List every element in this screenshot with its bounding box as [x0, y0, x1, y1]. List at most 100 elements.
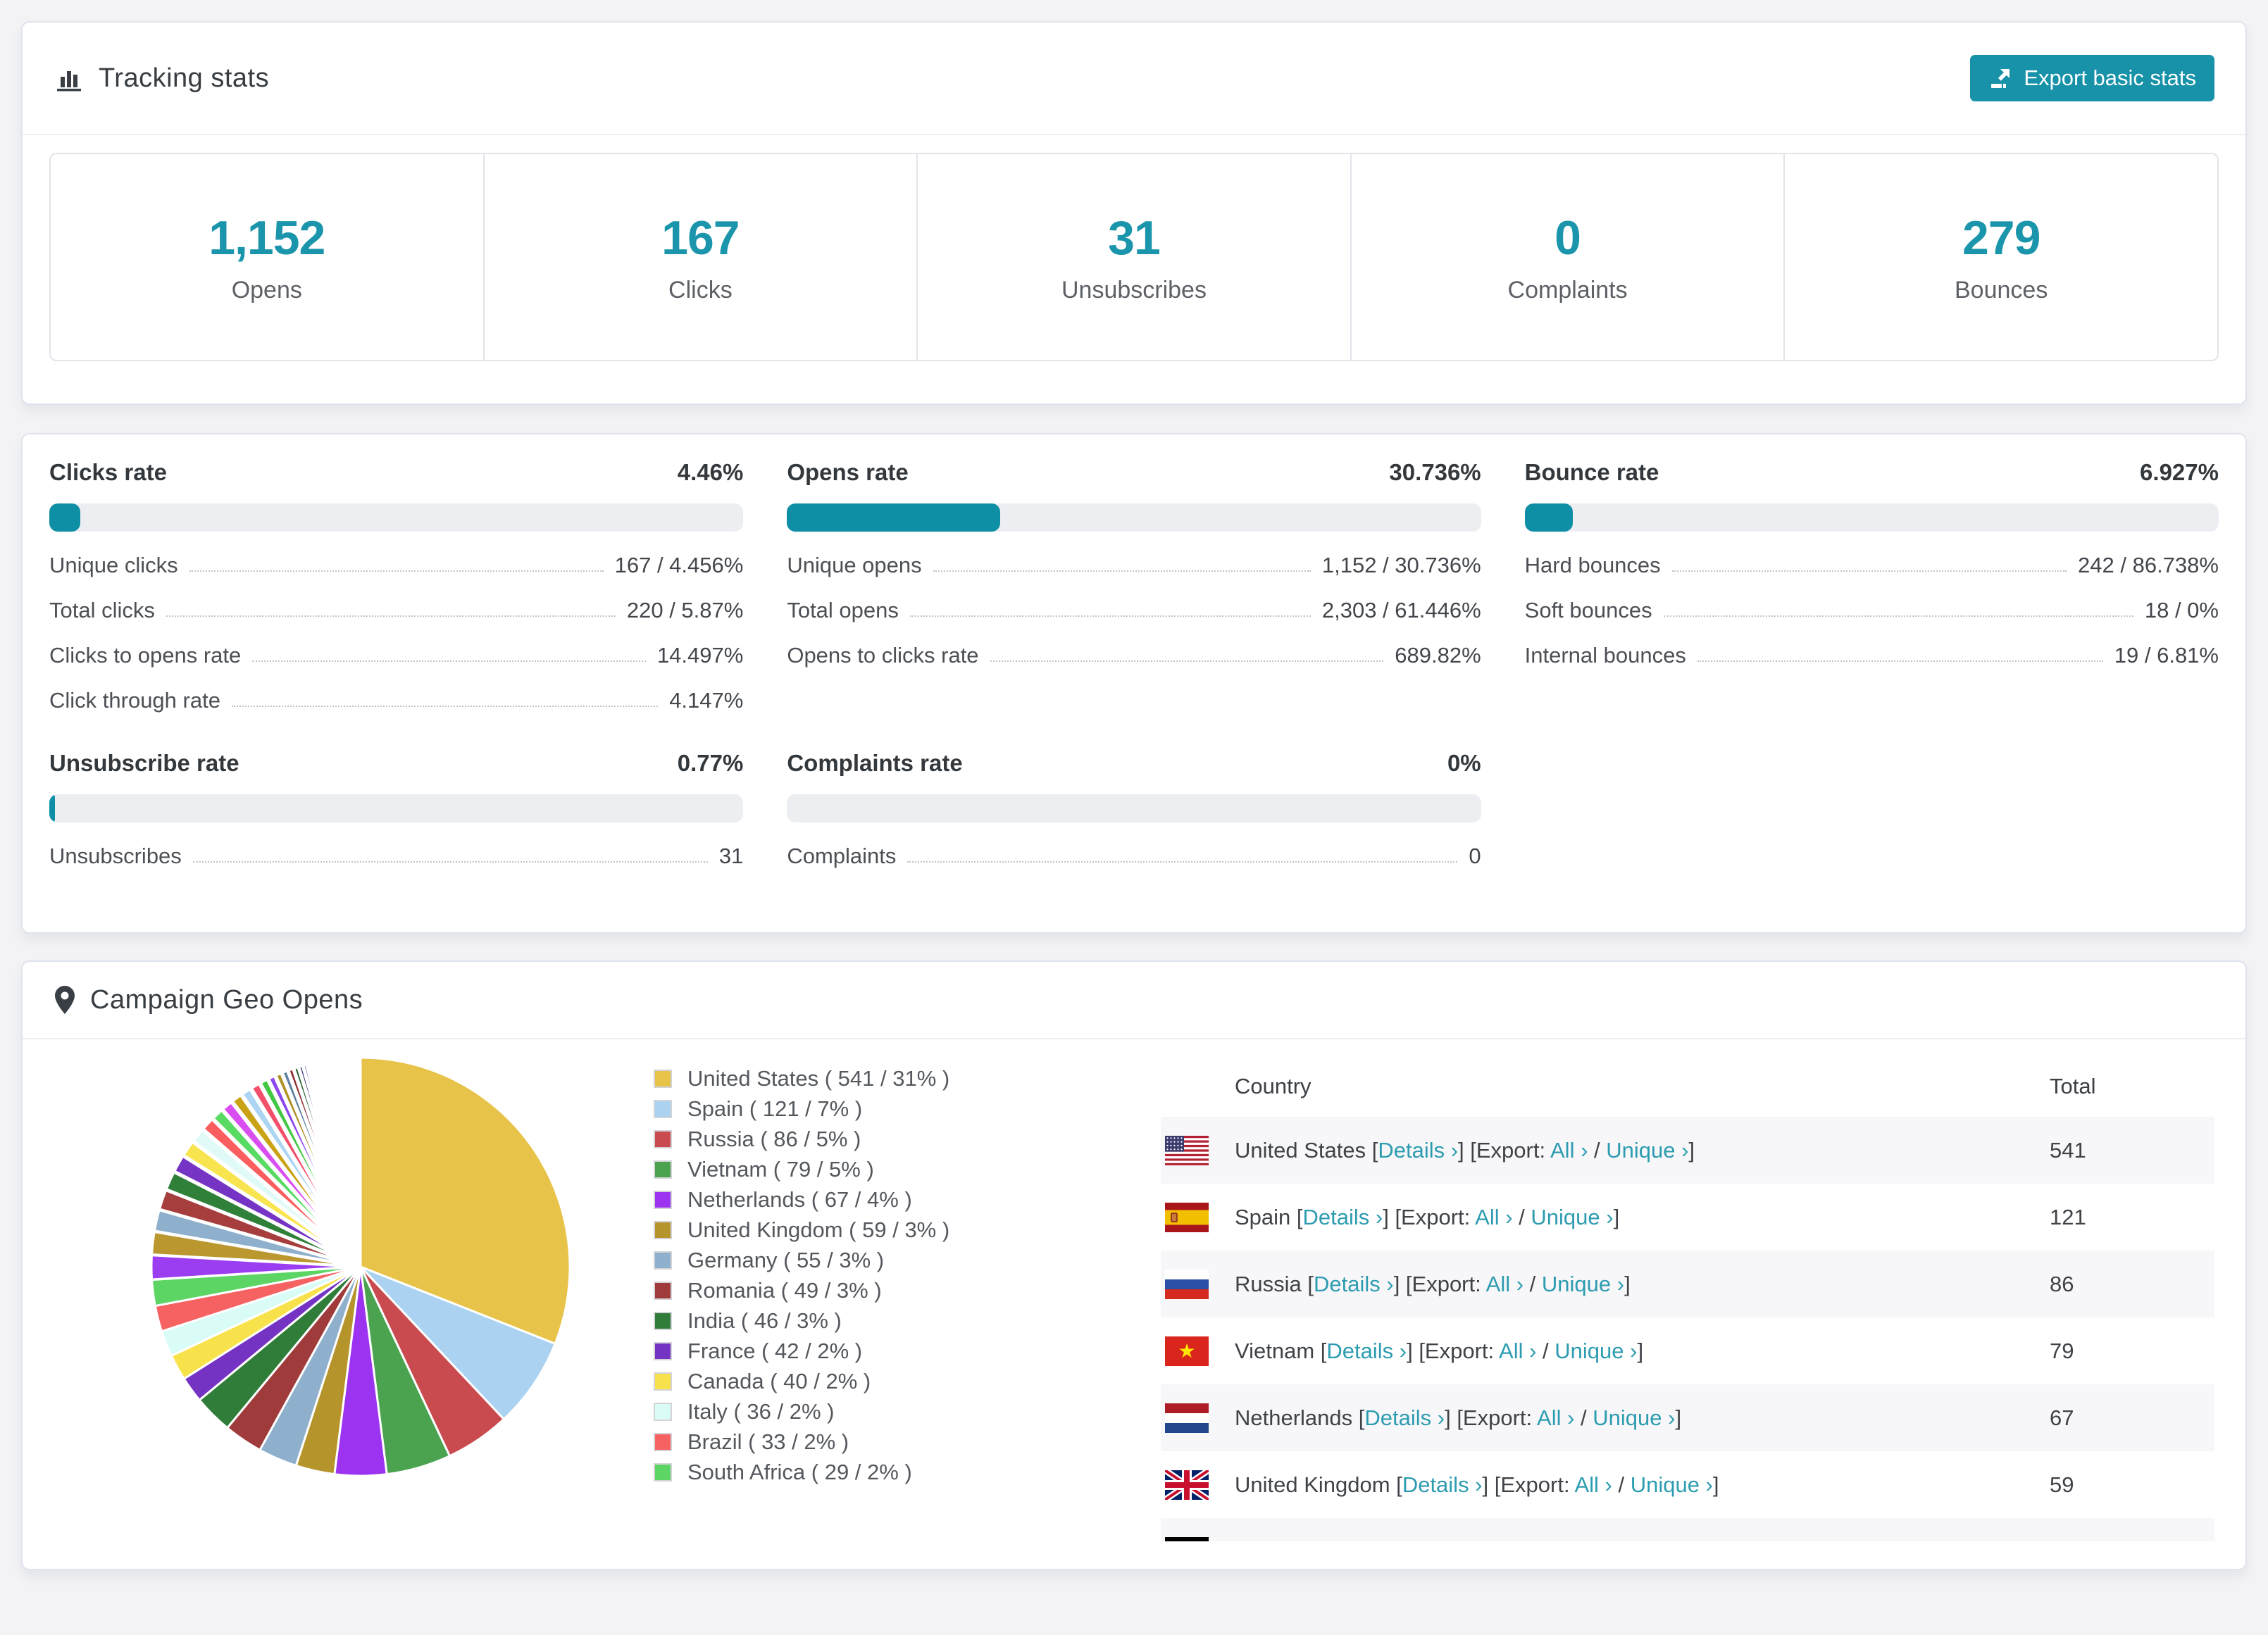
rate-row-label: Unique opens [787, 553, 922, 577]
rate-row-value: 220 / 5.87% [626, 598, 744, 622]
stat-label-complaints: Complaints [1507, 276, 1628, 303]
link-export-unique-germany[interactable]: Unique › [1565, 1539, 1647, 1542]
flag-icon-gb [1163, 1467, 1211, 1503]
rate-value: 6.927% [2140, 459, 2219, 485]
rate-head-opens-rate: Opens rate 30.736% [787, 459, 1481, 486]
link-export-all-netherlands[interactable]: All › [1537, 1405, 1574, 1430]
link-export-unique-vietnam[interactable]: Unique › [1554, 1339, 1637, 1363]
link-export-unique-russia[interactable]: Unique › [1542, 1272, 1624, 1296]
stat-label-opens: Opens [231, 276, 302, 303]
export-button-label: Export basic stats [2024, 65, 2196, 90]
legend-item-france[interactable]: France ( 42 / 2% ) [654, 1336, 1090, 1366]
legend-item-russia[interactable]: Russia ( 86 / 5% ) [654, 1124, 1090, 1154]
link-export-unique-spain[interactable]: Unique › [1531, 1205, 1613, 1229]
legend-label: Russia ( 86 / 5% ) [687, 1126, 861, 1151]
flag-icon-us [1165, 1135, 1209, 1165]
link-details-united-states[interactable]: Details › [1378, 1138, 1458, 1163]
rate-row-unique-opens: Unique opens 1,152 / 30.736% [787, 553, 1481, 578]
rate-row-total-opens: Total opens 2,303 / 61.446% [787, 598, 1481, 623]
flag-icon-es [1165, 1202, 1209, 1232]
stat-value-opens: 1,152 [208, 211, 325, 265]
rate-head-unsubscribe-rate: Unsubscribe rate 0.77% [49, 750, 743, 777]
rate-row-label: Soft bounces [1524, 598, 1652, 622]
legend-item-romania[interactable]: Romania ( 49 / 3% ) [654, 1275, 1090, 1305]
link-export-all-germany[interactable]: All › [1509, 1539, 1546, 1542]
legend-item-canada[interactable]: Canada ( 40 / 2% ) [654, 1366, 1090, 1396]
legend-item-india[interactable]: India ( 46 / 3% ) [654, 1305, 1090, 1336]
rate-row-value: 1,152 / 30.736% [1321, 553, 1481, 577]
link-details-united-kingdom[interactable]: Details › [1402, 1472, 1483, 1497]
legend-item-united-kingdom[interactable]: United Kingdom ( 59 / 3% ) [654, 1215, 1090, 1245]
rate-row-label: Total clicks [49, 598, 155, 622]
legend-item-germany[interactable]: Germany ( 55 / 3% ) [654, 1245, 1090, 1275]
rate-row-complaints: Complaints 0 [787, 844, 1481, 869]
rate-row-unsubscribes: Unsubscribes 31 [49, 844, 743, 869]
rate-row-value: 167 / 4.456% [614, 553, 744, 577]
link-export-unique-united-kingdom[interactable]: Unique › [1631, 1472, 1713, 1497]
rate-row-label: Opens to clicks rate [787, 643, 979, 668]
link-details-germany[interactable]: Details › [1337, 1539, 1417, 1542]
legend-item-south-africa[interactable]: South Africa ( 29 / 2% ) [654, 1457, 1090, 1487]
country-cell-vietnam: Vietnam [Details ›] [Export: All › / Uni… [1235, 1338, 1644, 1363]
rate-row-value: 31 [718, 844, 744, 868]
dotted-leader [1671, 570, 2067, 572]
stat-label-clicks: Clicks [668, 276, 733, 303]
flag-icon-vn: ★ [1165, 1336, 1209, 1366]
table-row-vietnam: ★ Vietnam [Details ›] [Export: All › / Un… [1161, 1317, 2214, 1384]
link-export-all-vietnam[interactable]: All › [1499, 1339, 1536, 1363]
rate-row-internal-bounces: Internal bounces 19 / 6.81% [1525, 643, 2219, 668]
link-details-russia[interactable]: Details › [1314, 1272, 1394, 1296]
legend-label: Brazil ( 33 / 2% ) [687, 1429, 849, 1454]
link-export-all-spain[interactable]: All › [1475, 1205, 1512, 1229]
legend-label: Italy ( 36 / 2% ) [687, 1398, 835, 1424]
stat-value-clicks: 167 [661, 211, 740, 265]
stat-label-bounces: Bounces [1955, 276, 2048, 303]
dotted-leader [933, 570, 1311, 572]
legend-label: Germany ( 55 / 3% ) [687, 1247, 885, 1272]
rate-row-label: Complaints [787, 844, 897, 868]
table-row-spain: Spain [Details ›] [Export: All › / Uniqu… [1161, 1184, 2214, 1251]
dotted-leader [990, 660, 1384, 662]
legend-item-vietnam[interactable]: Vietnam ( 79 / 5% ) [654, 1154, 1090, 1184]
rate-title: Opens rate [787, 459, 909, 485]
legend-swatch [654, 1281, 672, 1300]
rate-head-clicks-rate: Clicks rate 4.46% [49, 459, 743, 486]
flag-icon-de [1165, 1536, 1209, 1541]
legend-item-brazil[interactable]: Brazil ( 33 / 2% ) [654, 1427, 1090, 1457]
page-title: Tracking stats [99, 63, 270, 93]
stats-summary-box: 1,152 Opens 167 Clicks 31 Unsubscribes 0 Compla… [49, 153, 2219, 361]
link-export-all-russia[interactable]: All › [1486, 1272, 1524, 1296]
link-export-all-united-states[interactable]: All › [1550, 1138, 1588, 1163]
geo-opens-pie-chart[interactable] [149, 1055, 572, 1478]
link-details-netherlands[interactable]: Details › [1364, 1405, 1445, 1430]
legend-item-united-states[interactable]: United States ( 541 / 31% ) [654, 1063, 1090, 1094]
legend-label: India ( 46 / 3% ) [687, 1308, 842, 1333]
legend-swatch [654, 1251, 672, 1270]
legend-item-italy[interactable]: Italy ( 36 / 2% ) [654, 1396, 1090, 1427]
link-export-unique-united-states[interactable]: Unique › [1606, 1138, 1688, 1163]
total-cell-vietnam: 79 [2050, 1338, 2074, 1363]
total-cell-spain: 121 [2050, 1204, 2086, 1229]
rate-title: Clicks rate [49, 459, 167, 485]
stat-value-unsubscribes: 31 [1108, 211, 1161, 265]
link-details-vietnam[interactable]: Details › [1326, 1339, 1407, 1363]
rate-row-value: 14.497% [656, 643, 744, 668]
link-export-unique-netherlands[interactable]: Unique › [1593, 1405, 1675, 1430]
legend-item-netherlands[interactable]: Netherlands ( 67 / 4% ) [654, 1184, 1090, 1215]
rate-block-unsubscribe-rate: Unsubscribe rate 0.77% Unsubscribes 31 [49, 750, 744, 869]
export-basic-stats-button[interactable]: Export basic stats [1970, 55, 2214, 101]
legend-label: Spain ( 121 / 7% ) [687, 1096, 863, 1121]
dotted-leader [1663, 615, 2133, 617]
link-export-all-united-kingdom[interactable]: All › [1574, 1472, 1612, 1497]
rate-row-opens-to-clicks-rate: Opens to clicks rate 689.82% [787, 643, 1481, 668]
legend-swatch [654, 1190, 672, 1209]
legend-label: Canada ( 40 / 2% ) [687, 1368, 871, 1393]
tracking-stats-header: Tracking stats Export basic stats [23, 23, 2245, 134]
link-details-spain[interactable]: Details › [1303, 1205, 1383, 1229]
rates-grid: Clicks rate 4.46% Unique clicks 167 / 4.456… [49, 459, 2219, 869]
progress-bar-clicks-rate [49, 503, 744, 532]
legend-item-spain[interactable]: Spain ( 121 / 7% ) [654, 1094, 1090, 1124]
geo-body: United States ( 541 / 31% ) Spain ( 121 /… [23, 1039, 2245, 1569]
rate-block-clicks-rate: Clicks rate 4.46% Unique clicks 167 / 4.456… [49, 459, 744, 713]
table-row-united-kingdom: United Kingdom [Details ›] [Export: All … [1161, 1451, 2214, 1518]
